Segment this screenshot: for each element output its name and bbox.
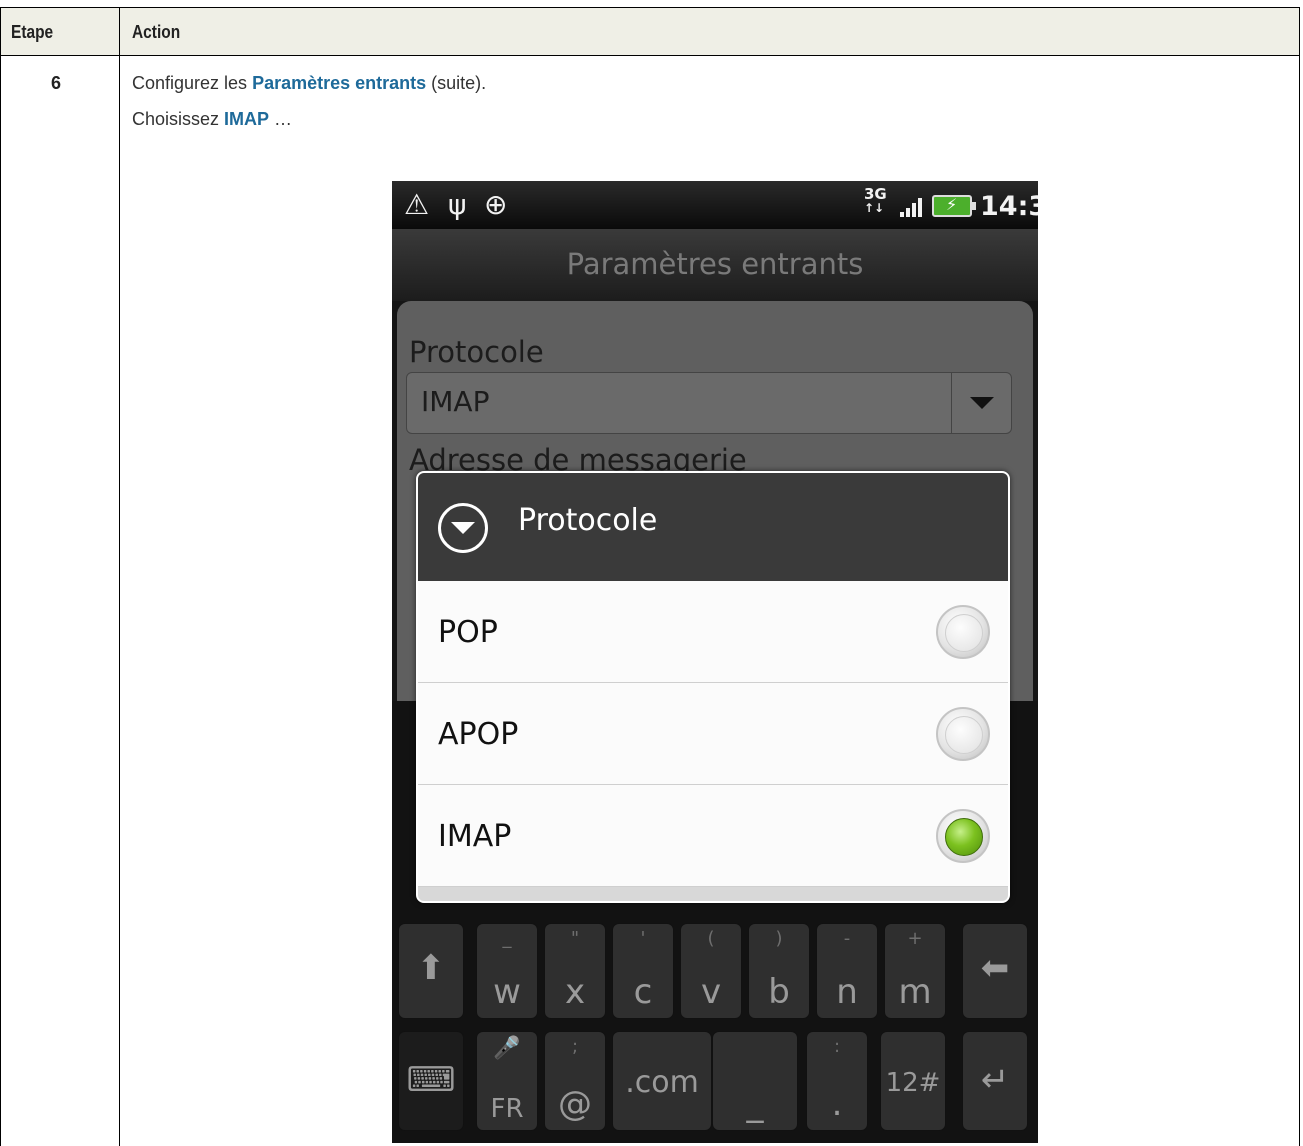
instruction-text: Configurez les bbox=[132, 73, 253, 93]
key-underscore[interactable]: _ bbox=[712, 1031, 798, 1131]
key-main: .com bbox=[625, 1065, 699, 1100]
backspace-key[interactable]: ⬅ bbox=[962, 923, 1028, 1019]
key-main: 12# bbox=[885, 1068, 941, 1098]
enter-icon: ↵ bbox=[980, 1060, 1010, 1100]
radio-button[interactable] bbox=[936, 605, 990, 659]
option-apop[interactable]: APOP bbox=[418, 683, 1008, 785]
warning-icon: ⚠ bbox=[404, 188, 430, 221]
protocol-label: Protocole bbox=[409, 335, 544, 369]
option-pop[interactable]: POP bbox=[418, 581, 1008, 683]
key-main: _ bbox=[746, 1084, 764, 1124]
option-imap[interactable]: IMAP bbox=[418, 785, 1008, 887]
radio-button-selected[interactable] bbox=[936, 809, 990, 863]
shift-key[interactable]: ⬆ bbox=[398, 923, 464, 1019]
protocol-dialog: Protocole POP APOP IMAP bbox=[416, 471, 1010, 903]
dialog-footer bbox=[418, 887, 1008, 901]
header-action: Action bbox=[132, 22, 181, 42]
option-label: IMAP bbox=[438, 819, 512, 854]
key-sub: ) bbox=[775, 928, 783, 949]
microphone-icon: 🎤 bbox=[493, 1036, 521, 1061]
key-main: n bbox=[836, 972, 858, 1012]
dropdown-circle-icon bbox=[438, 503, 488, 553]
phone-screenshot: ⚠ ψ ⊕ 3G↑↓ ⚡ 14:35 Paramètres entrants P… bbox=[392, 181, 1038, 1143]
battery-icon: ⚡ bbox=[932, 195, 976, 217]
signal-icon bbox=[900, 197, 924, 217]
key-main: . bbox=[831, 1084, 843, 1124]
key-c[interactable]: ' c bbox=[612, 923, 674, 1019]
key-dotcom[interactable]: .com bbox=[612, 1031, 712, 1131]
dialog-header: Protocole bbox=[418, 473, 1008, 581]
instruction-highlight: Paramètres entrants bbox=[252, 73, 427, 93]
screen-title: Paramètres entrants bbox=[566, 247, 864, 281]
status-time: 14:35 bbox=[980, 191, 1038, 222]
key-main: b bbox=[768, 972, 790, 1012]
keyboard-switch-key[interactable]: ⌨ bbox=[398, 1031, 464, 1131]
key-main: w bbox=[493, 972, 521, 1012]
backspace-icon: ⬅ bbox=[980, 948, 1010, 988]
key-w[interactable]: _ w bbox=[476, 923, 538, 1019]
chevron-down-icon bbox=[951, 373, 1011, 433]
screen-title-bar: Paramètres entrants bbox=[392, 229, 1038, 301]
instruction-highlight: IMAP bbox=[224, 109, 270, 129]
key-sub: ( bbox=[707, 928, 715, 949]
key-main: x bbox=[564, 972, 586, 1012]
key-sub: ; bbox=[571, 1036, 579, 1057]
key-m[interactable]: + m bbox=[884, 923, 946, 1019]
network-3g-icon: 3G ↑↓ bbox=[864, 185, 887, 216]
option-label: APOP bbox=[438, 717, 519, 752]
instruction-line-1: Configurez les Paramètres entrants (suit… bbox=[132, 73, 486, 94]
key-main: FR bbox=[490, 1094, 524, 1124]
key-sub: " bbox=[570, 928, 580, 949]
dialog-title: Protocole bbox=[518, 503, 658, 538]
shift-icon: ⬆ bbox=[416, 948, 446, 988]
key-v[interactable]: (v bbox=[680, 923, 742, 1019]
language-key[interactable]: 🎤 FR bbox=[476, 1031, 538, 1131]
status-bar: ⚠ ψ ⊕ 3G↑↓ ⚡ 14:35 bbox=[392, 181, 1038, 229]
key-x[interactable]: " x bbox=[544, 923, 606, 1019]
column-divider bbox=[119, 8, 120, 1146]
key-sub: - bbox=[843, 928, 851, 949]
instruction-text: … bbox=[269, 109, 293, 129]
keyboard-icon: ⌨ bbox=[406, 1060, 456, 1100]
step-number: 6 bbox=[51, 73, 62, 93]
enter-key[interactable]: ↵ bbox=[962, 1031, 1028, 1131]
key-numbers[interactable]: 12# bbox=[880, 1031, 946, 1131]
key-main: c bbox=[633, 972, 653, 1012]
download-icon: ⊕ bbox=[484, 188, 508, 221]
protocol-select-value: IMAP bbox=[421, 385, 490, 418]
key-sub: : bbox=[833, 1036, 841, 1057]
key-at[interactable]: ; @ bbox=[544, 1031, 606, 1131]
protocol-select[interactable]: IMAP bbox=[406, 372, 1012, 434]
table-header-row: Etape Action bbox=[1, 8, 1299, 56]
key-n[interactable]: -n bbox=[816, 923, 878, 1019]
header-etape: Etape bbox=[11, 22, 54, 42]
key-main: @ bbox=[558, 1084, 592, 1124]
key-main: m bbox=[898, 972, 932, 1012]
usb-icon: ψ bbox=[448, 188, 467, 221]
key-main: v bbox=[700, 972, 722, 1012]
key-sub: _ bbox=[502, 928, 512, 949]
key-b[interactable]: ) b bbox=[748, 923, 810, 1019]
instruction-text: (suite). bbox=[426, 73, 487, 93]
instruction-line-2: Choisissez IMAP … bbox=[132, 109, 292, 130]
instruction-text: Choisissez bbox=[132, 109, 225, 129]
radio-button[interactable] bbox=[936, 707, 990, 761]
option-label: POP bbox=[438, 615, 498, 650]
key-sub: + bbox=[907, 928, 923, 949]
key-sub: ' bbox=[640, 928, 646, 949]
key-dot[interactable]: :. bbox=[806, 1031, 868, 1131]
